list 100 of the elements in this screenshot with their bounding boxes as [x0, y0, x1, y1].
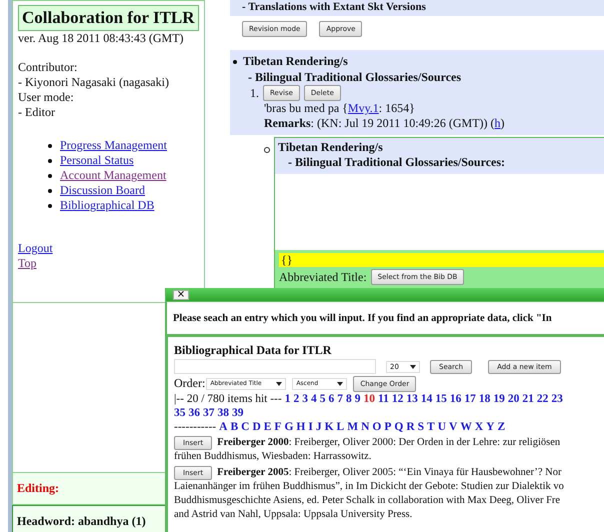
search-field[interactable] [174, 359, 376, 374]
letter-link[interactable]: A [219, 420, 228, 434]
user-info-text: - Editor [18, 105, 56, 120]
letter-link[interactable]: L [336, 420, 344, 434]
page-link[interactable]: 39 [232, 406, 244, 420]
letter-link[interactable]: N [361, 420, 370, 434]
page-link[interactable]: 1 [284, 392, 290, 406]
section-heading: - Translations with Extant Skt Versions [242, 1, 426, 13]
page-link[interactable]: 22 [536, 392, 548, 406]
entry-subheading: - Bilingual Traditional Glossaries/Sources [247, 69, 462, 85]
letter-link[interactable]: E [264, 420, 272, 434]
page-link[interactable]: 4 [310, 392, 317, 406]
page-link[interactable]: 2 [293, 392, 300, 406]
entry-heading: Tibetan Rendering/s [243, 54, 348, 69]
letter-link[interactable]: R [406, 420, 415, 434]
entry-text: : 1654} [378, 101, 415, 115]
page-link[interactable]: 19 [493, 392, 505, 406]
menu-link[interactable]: Account Management [60, 168, 166, 183]
menu-link[interactable]: Personal Status [60, 153, 134, 168]
page-link[interactable]: 15 [435, 392, 447, 406]
page-link[interactable]: 23 [551, 392, 563, 406]
letter-link[interactable]: O [372, 420, 382, 434]
hit-count-text: |-- 20 / 780 items hit --- [174, 392, 282, 406]
page-link[interactable]: 6 [328, 392, 334, 406]
page-link[interactable]: 12 [392, 392, 404, 406]
page-link[interactable]: 21 [522, 392, 534, 406]
editor-heading: Tibetan Rendering/s [277, 139, 384, 155]
letter-link[interactable]: W [460, 420, 472, 434]
page-link[interactable]: 35 [174, 406, 186, 420]
letter-link[interactable]: S [418, 420, 424, 434]
entry-text: Laienanhänger im frühen Buddhismus”, in Im Dickicht der Gebote: Studien zur Dialektik vo [174, 480, 565, 494]
page-link[interactable]: 38 [218, 406, 229, 420]
remarks-text: Remarks: (KN: Jul 19 2011 10:49:26 (GMT)) ( [264, 116, 495, 130]
entry-text: Freiberger 2000: Freiberger, Oliver 2000: Der Orden in der Lehre: zur religiösen [217, 436, 560, 450]
letter-link[interactable]: X [474, 420, 484, 434]
page-link[interactable]: 20 [508, 392, 520, 406]
page-link[interactable]: 11 [378, 392, 389, 406]
bullet-icon [48, 174, 52, 178]
bullet-icon [48, 158, 52, 162]
page-link[interactable]: 14 [420, 392, 432, 406]
headword-text: Headword: abandhya (1) [17, 514, 146, 528]
page-link[interactable]: 10 [363, 392, 375, 406]
preview-text: {} [281, 253, 293, 267]
bullet-icon [264, 147, 270, 153]
editor-subheading: - Bilingual Traditional Glossaries/Sources: [287, 155, 506, 170]
page-link[interactable]: 3 [302, 392, 308, 406]
menu-link[interactable]: Bibliographical DB [60, 198, 154, 213]
letter-link[interactable]: D [252, 420, 261, 434]
close-button[interactable]: × [173, 290, 189, 300]
page-link[interactable]: 16 [450, 392, 462, 406]
bullet-icon [48, 144, 52, 148]
page-link[interactable]: 13 [406, 392, 418, 406]
site-title: Collaboration for ITLR [18, 5, 199, 31]
nav-link[interactable]: Top [18, 256, 199, 271]
text-area[interactable] [275, 174, 604, 250]
menu-link[interactable]: Discussion Board [60, 183, 145, 198]
user-info-text: User mode: [18, 90, 75, 105]
letter-link[interactable]: K [324, 420, 334, 434]
page-link[interactable]: 7 [337, 392, 343, 406]
letter-link[interactable]: V [449, 420, 458, 434]
bullet-icon [48, 188, 52, 192]
history-link[interactable]: h [494, 116, 501, 130]
letter-link[interactable]: G [284, 420, 294, 434]
remarks-text: ) [500, 116, 505, 130]
page-link[interactable]: 17 [464, 392, 476, 406]
field-label: Abbreviated Title: [279, 270, 367, 284]
nav-link[interactable]: Logout [18, 241, 199, 256]
page-link[interactable]: 5 [320, 392, 326, 406]
page-link[interactable]: 37 [203, 406, 214, 420]
entry-text: Freiberger 2005: Freiberger, Oliver 2005: “‘Ein Vinaya für Hausbewohner’? Nor [217, 466, 562, 480]
entry-text: Buddhismusgeschichte Asiens, ed. Peter Schalk in collaboration with Max Deeg, Oliver Fre [174, 494, 562, 508]
item-number: 1. [250, 86, 259, 100]
page-link[interactable]: 36 [188, 406, 200, 420]
letter-link[interactable]: Z [497, 420, 506, 434]
user-info-text: Contributor: [18, 60, 78, 75]
separator-text: ----------- [174, 420, 216, 434]
bullet-icon [233, 60, 237, 64]
letter-link[interactable]: Q [394, 420, 404, 434]
page-link[interactable]: 18 [478, 392, 490, 406]
menu-link[interactable]: Progress Management [60, 138, 167, 153]
letter-link[interactable]: U [438, 420, 446, 434]
letter-link[interactable]: H [296, 420, 306, 434]
instruction-text: Please seach an entry which you will input. If you find an appropriate data, click "In [173, 312, 552, 324]
letter-link[interactable]: P [384, 420, 392, 434]
letter-link[interactable]: F [274, 420, 282, 434]
letter-link[interactable]: M [347, 420, 358, 434]
source-link[interactable]: Mvy.1 [348, 101, 379, 115]
entry-text: frühen Buddhismus, Wiesbaden: Harrassowitz. [174, 450, 372, 464]
page-link[interactable]: 9 [354, 392, 360, 406]
page-link[interactable]: 8 [346, 392, 352, 406]
letter-link[interactable]: Y [486, 420, 494, 434]
user-info-text: - Kiyonori Nagasaki (nagasaki) [18, 75, 170, 90]
version-text: ver. Aug 18 2011 08:43:43 (GMT) [18, 31, 185, 46]
entry-text: and Astrid van Nahl, Uppsala: Uppsala University Press. [174, 508, 414, 522]
letter-link[interactable]: B [230, 420, 238, 434]
letter-link[interactable]: C [241, 420, 250, 434]
letter-link[interactable]: T [427, 420, 435, 434]
letter-link[interactable]: I [308, 420, 313, 434]
editing-label: Editing: [17, 481, 60, 496]
letter-link[interactable]: J [316, 420, 322, 434]
